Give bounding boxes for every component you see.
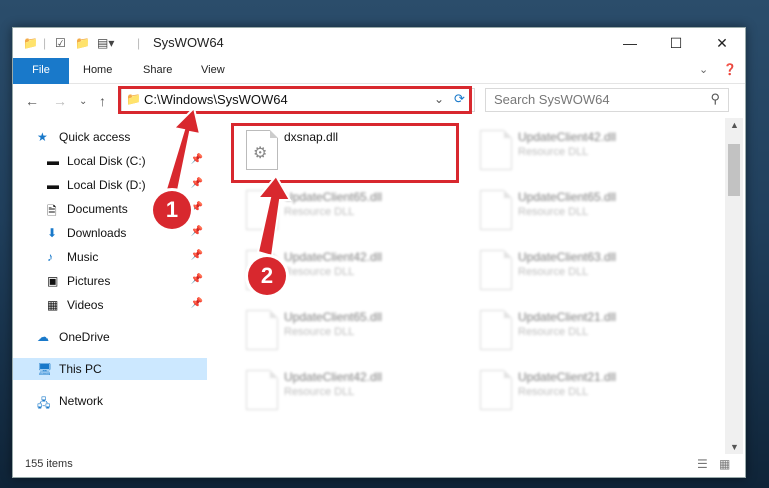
annotation-arrows bbox=[162, 106, 292, 258]
arrow-2 bbox=[255, 174, 292, 258]
arrow-1 bbox=[162, 106, 202, 202]
step-1-badge: 1 bbox=[153, 191, 191, 229]
step-2-badge: 2 bbox=[248, 257, 286, 295]
